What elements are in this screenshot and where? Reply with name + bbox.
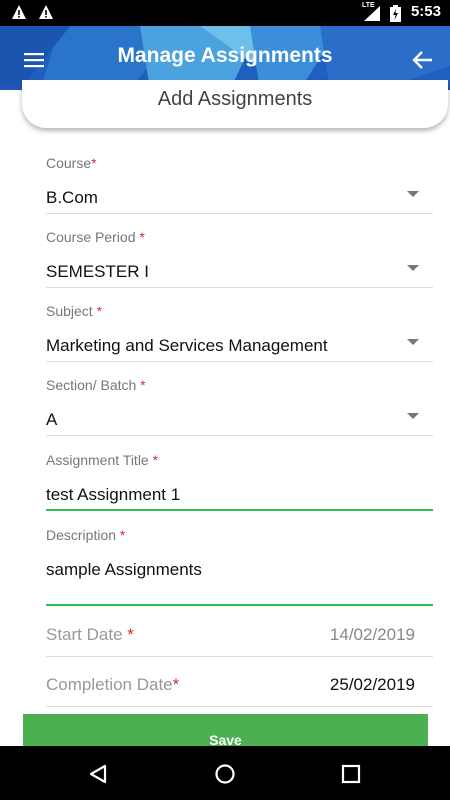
divider [46, 706, 433, 707]
course-period-label: Course Period * [46, 229, 145, 245]
page-title: Manage Assignments [117, 44, 333, 67]
subject-value: Marketing and Services Management [46, 336, 328, 355]
section-batch-value: A [46, 410, 58, 429]
divider [46, 287, 433, 288]
required-marker: * [152, 452, 159, 468]
completion-date-value: 25/02/2019 [329, 675, 415, 694]
divider [46, 656, 433, 657]
section-header-card: Add Assignments [22, 80, 448, 128]
chevron-down-icon [407, 413, 419, 419]
completion-date-row[interactable]: Completion Date* 25/02/2019 [46, 663, 433, 707]
start-date-row[interactable]: Start Date * 14/02/2019 [46, 613, 433, 657]
back-triangle-icon[interactable] [87, 763, 109, 785]
clock: 5:53 [410, 3, 441, 20]
required-marker: * [119, 527, 126, 543]
completion-date-label: Completion Date* [46, 675, 180, 694]
chevron-down-icon [407, 265, 419, 271]
subject-label: Subject * [46, 303, 103, 319]
status-bar: LTE 5:53 [0, 0, 450, 26]
divider [46, 213, 433, 214]
warning-icon [39, 5, 53, 19]
warning-icon [12, 5, 26, 19]
required-marker: * [127, 625, 134, 644]
description-label: Description * [46, 527, 126, 543]
divider [46, 361, 433, 362]
start-date-value: 14/02/2019 [329, 625, 415, 644]
description-field[interactable]: Description * sample Assignments [46, 527, 433, 607]
assignment-title-label: Assignment Title * [46, 452, 159, 468]
battery-icon [390, 5, 401, 22]
required-marker: * [139, 229, 145, 245]
system-nav-bar [0, 746, 450, 800]
required-marker: * [172, 675, 180, 694]
course-period-value: SEMESTER I [46, 262, 149, 281]
required-marker: * [140, 377, 146, 393]
home-circle-icon[interactable] [214, 763, 236, 785]
recents-square-icon[interactable] [341, 763, 361, 785]
input-underline [46, 604, 433, 606]
required-marker: * [96, 303, 103, 319]
course-value: B.Com [46, 188, 98, 207]
description-value: sample Assignments [46, 560, 202, 579]
start-date-label: Start Date * [46, 625, 134, 644]
course-period-dropdown[interactable]: Course Period * SEMESTER I [46, 229, 433, 288]
assignment-title-value: test Assignment 1 [46, 485, 181, 504]
chevron-down-icon [407, 191, 419, 197]
divider [46, 435, 433, 436]
section-batch-dropdown[interactable]: Section/ Batch * A [46, 377, 433, 436]
signal-icon [364, 6, 380, 21]
arrow-left-icon[interactable] [410, 48, 436, 72]
section-title: Add Assignments [157, 88, 313, 110]
assignment-title-field[interactable]: Assignment Title * test Assignment 1 [46, 452, 433, 511]
required-marker: * [91, 155, 97, 171]
subject-dropdown[interactable]: Subject * Marketing and Services Managem… [46, 303, 433, 362]
course-dropdown[interactable]: Course* B.Com [46, 155, 433, 214]
input-underline [46, 509, 433, 511]
chevron-down-icon [407, 339, 419, 345]
section-batch-label: Section/ Batch * [46, 377, 146, 393]
course-label: Course* [46, 155, 97, 171]
